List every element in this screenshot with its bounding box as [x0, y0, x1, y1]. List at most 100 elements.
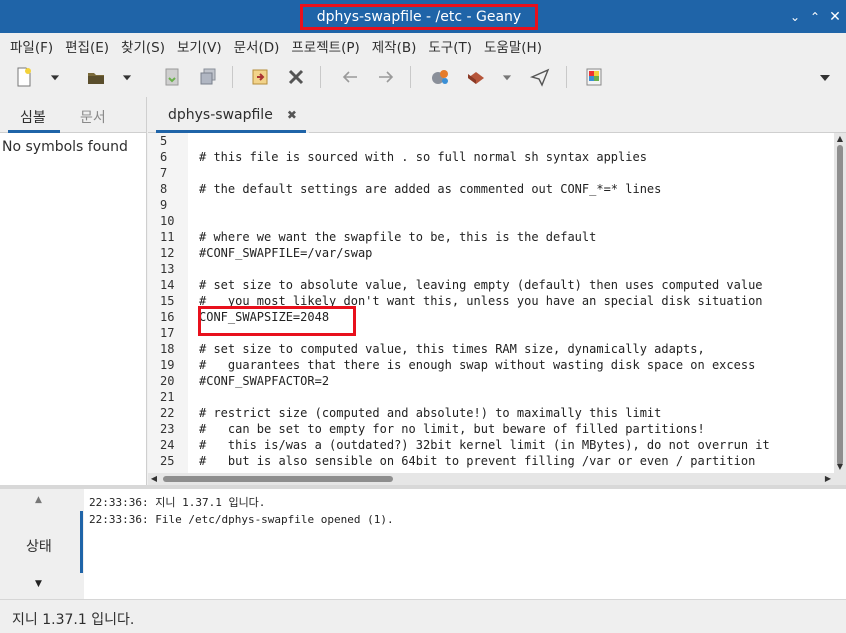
horizontal-scroll-thumb[interactable] [163, 476, 393, 482]
status-text: 지니 1.37.1 입니다. [12, 612, 135, 628]
message-panel-tabs: ▲ 상태 ▼ [0, 489, 84, 599]
line-number: 20 [160, 374, 175, 388]
build-dropdown-icon[interactable] [498, 63, 516, 91]
menu-edit[interactable]: 편집(E) [59, 36, 115, 56]
menu-view[interactable]: 보기(V) [171, 36, 228, 56]
window-title: dphys-swapfile - /etc - Geany [316, 9, 522, 25]
log-line: 22:33:36: File /etc/dphys-swapfile opene… [89, 513, 394, 526]
line-number: 13 [160, 262, 175, 276]
line-text: # guarantees that there is enough swap w… [199, 358, 756, 372]
back-arrow-icon[interactable] [336, 63, 364, 91]
line-number: 11 [160, 230, 175, 244]
toolbar-separator [566, 66, 567, 88]
close-window-icon[interactable]: ✕ [824, 0, 846, 33]
tab-status[interactable]: 상태 [26, 536, 52, 556]
scroll-left-icon[interactable]: ◀ [148, 473, 160, 485]
line-text: # set size to absolute value, leaving em… [199, 278, 763, 292]
line-number: 7 [160, 166, 168, 180]
minimize-icon[interactable]: ⌄ [784, 0, 806, 33]
scroll-right-icon[interactable]: ▶ [822, 473, 834, 485]
menu-search[interactable]: 찾기(S) [115, 36, 171, 56]
menu-file[interactable]: 파일(F) [4, 36, 59, 56]
close-tab-icon[interactable]: ✖ [287, 108, 297, 122]
sidebar: 심볼 문서 No symbols found [0, 97, 147, 485]
line-number: 5 [160, 134, 168, 148]
save-icon[interactable] [158, 63, 186, 91]
build-icon[interactable] [462, 63, 490, 91]
menu-build[interactable]: 제작(B) [366, 36, 423, 56]
forward-arrow-icon[interactable] [372, 63, 400, 91]
scroll-down-icon[interactable]: ▼ [834, 461, 846, 473]
tab-symbols[interactable]: 심볼 [20, 107, 46, 127]
line-number: 14 [160, 278, 175, 292]
line-text: # where we want the swapfile to be, this… [199, 230, 597, 244]
save-all-icon[interactable] [194, 63, 222, 91]
run-icon[interactable] [526, 63, 554, 91]
line-number: 17 [160, 326, 175, 340]
line-number: 9 [160, 198, 168, 212]
toolbar-separator [232, 66, 233, 88]
line-text: #CONF_SWAPFACTOR=2 [199, 374, 330, 388]
menu-document[interactable]: 문서(D) [228, 36, 286, 56]
toolbar-overflow-icon[interactable] [814, 63, 836, 91]
swapsize-highlight-box [198, 306, 356, 336]
editor-tab-bar: dphys-swapfile ✖ [148, 97, 846, 133]
message-panel: ▲ 상태 ▼ 22:33:36: 지니 1.37.1 입니다. 22:33:36… [0, 489, 846, 599]
tab-scroll-up-icon[interactable]: ▲ [35, 495, 42, 505]
line-number: 12 [160, 246, 175, 260]
vertical-scroll-thumb[interactable] [837, 145, 843, 465]
toolbar-separator [410, 66, 411, 88]
line-text: # this is/was a (outdated?) 32bit kernel… [199, 438, 770, 452]
log-line: 22:33:36: 지니 1.37.1 입니다. [89, 496, 266, 509]
status-log[interactable]: 22:33:36: 지니 1.37.1 입니다. 22:33:36: File … [84, 489, 846, 599]
revert-icon[interactable] [246, 63, 274, 91]
sidebar-tabs: 심볼 문서 [0, 97, 146, 133]
toolbar [0, 59, 846, 95]
line-text: # but is also sensible on 64bit to preve… [199, 454, 756, 468]
maximize-icon[interactable]: ⌃ [804, 0, 826, 33]
line-number: 24 [160, 438, 175, 452]
line-number: 10 [160, 214, 175, 228]
open-dropdown-icon[interactable] [118, 63, 136, 91]
line-number: 6 [160, 150, 168, 164]
line-text: # restrict size (computed and absolute!)… [199, 406, 662, 420]
toolbar-separator [320, 66, 321, 88]
line-text: # this file is sourced with . so full no… [199, 150, 647, 164]
line-number: 16 [160, 310, 175, 324]
vertical-scrollbar[interactable]: ▲ ▼ [834, 133, 846, 485]
status-bar: 지니 1.37.1 입니다. [0, 599, 846, 633]
line-number: 19 [160, 358, 175, 372]
new-file-icon[interactable] [10, 63, 38, 91]
color-chooser-icon[interactable] [580, 63, 608, 91]
compile-icon[interactable] [426, 63, 454, 91]
active-status-tab-indicator [80, 511, 83, 573]
scroll-up-icon[interactable]: ▲ [834, 133, 846, 145]
line-number: 22 [160, 406, 175, 420]
open-folder-icon[interactable] [82, 63, 110, 91]
menu-tools[interactable]: 도구(T) [422, 36, 478, 56]
line-number: 15 [160, 294, 175, 308]
title-highlight-box: dphys-swapfile - /etc - Geany [300, 4, 538, 30]
new-file-dropdown-icon[interactable] [46, 63, 64, 91]
line-number: 8 [160, 182, 168, 196]
menu-project[interactable]: 프로젝트(P) [285, 36, 365, 56]
tab-documents[interactable]: 문서 [80, 107, 106, 127]
line-text: # can be set to empty for no limit, but … [199, 422, 705, 436]
line-text: # the default settings are added as comm… [199, 182, 662, 196]
editor-tab-label: dphys-swapfile [168, 107, 273, 123]
line-number: 18 [160, 342, 175, 356]
tab-scroll-down-icon[interactable]: ▼ [35, 579, 42, 589]
symbols-empty-message: No symbols found [2, 139, 128, 155]
line-number: 23 [160, 422, 175, 436]
line-text: # set size to computed value, this times… [199, 342, 705, 356]
menu-bar: 파일(F) 편집(E) 찾기(S) 보기(V) 문서(D) 프로젝트(P) 제작… [0, 33, 846, 59]
line-number: 21 [160, 390, 175, 404]
line-text: #CONF_SWAPFILE=/var/swap [199, 246, 373, 260]
title-bar: dphys-swapfile - /etc - Geany ⌄ ⌃ ✕ [0, 0, 846, 33]
close-file-icon[interactable] [282, 63, 310, 91]
horizontal-scrollbar[interactable]: ◀ ▶ [148, 473, 834, 485]
active-tab-indicator [8, 130, 60, 133]
menu-help[interactable]: 도움말(H) [478, 36, 548, 56]
line-number: 25 [160, 454, 175, 468]
tab-dphys-swapfile[interactable]: dphys-swapfile ✖ [156, 97, 309, 133]
